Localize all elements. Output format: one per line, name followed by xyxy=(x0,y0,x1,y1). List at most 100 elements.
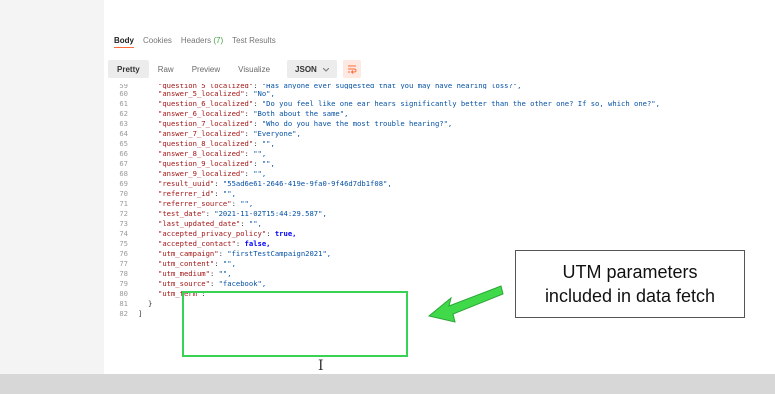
wrap-lines-icon[interactable] xyxy=(342,60,361,78)
json-key: "answer_6_localized" xyxy=(158,109,245,118)
line-number: 81 xyxy=(119,299,128,308)
tab-test-results[interactable]: Test Results xyxy=(232,36,276,48)
json-key: "question_6_localized" xyxy=(158,99,254,108)
code-text: "test_date": "2021-11-02T15:44:29.587", xyxy=(138,209,327,219)
tab-body[interactable]: Body xyxy=(114,36,134,48)
line-number: 79 xyxy=(119,279,128,288)
json-colon: : xyxy=(209,279,219,288)
code-line: 70 "referrer_id": "", xyxy=(104,189,775,199)
line-number: 73 xyxy=(119,219,128,228)
json-colon: : xyxy=(253,159,262,168)
code-text: "accepted_privacy_policy": true, xyxy=(138,229,296,239)
callout-line-1: UTM parameters xyxy=(562,262,698,282)
json-colon: : xyxy=(214,179,223,188)
code-text: ] xyxy=(138,309,142,319)
json-key: "utm_medium" xyxy=(158,269,210,278)
code-text: "answer_7_localized": "Everyone", xyxy=(138,129,301,139)
code-text: "last_updated_date": "", xyxy=(138,219,262,229)
code-line: 71 "referrer_source": "", xyxy=(104,199,775,209)
code-line: 61 "question_6_localized": "Do you feel l… xyxy=(104,99,775,109)
code-line: 60 "answer_5_localized": "No", xyxy=(104,89,775,99)
json-key: "question_7_localized" xyxy=(158,119,254,128)
json-colon: : xyxy=(218,249,228,258)
code-line: 72 "test_date": "2021-11-02T15:44:29.587"… xyxy=(104,209,775,219)
line-number: 70 xyxy=(119,189,128,198)
json-value: "", xyxy=(222,189,236,198)
tab-headers[interactable]: Headers (7) xyxy=(181,36,223,48)
line-number: 74 xyxy=(119,229,128,238)
code-text: "answer_5_localized": "No", xyxy=(138,89,275,99)
json-key: "question_9_localized" xyxy=(158,159,254,168)
json-value: "Who do you have the most trouble hearin… xyxy=(261,119,453,128)
pretty-button[interactable]: Pretty xyxy=(108,60,149,78)
code-text: "question_6_localized": "Do you feel lik… xyxy=(138,99,660,109)
line-number: 62 xyxy=(119,109,128,118)
json-key: "question_8_localized" xyxy=(158,139,254,148)
json-key: "answer_7_localized" xyxy=(158,129,245,138)
line-number: 67 xyxy=(119,159,128,168)
view-mode-bar: Pretty Raw Preview Visualize JSON xyxy=(104,58,775,80)
code-line: 69 "result_uuid": "55ad6e61-2646-419e-9fa… xyxy=(104,179,775,189)
code-text: } xyxy=(138,299,152,309)
json-value: false, xyxy=(244,239,271,248)
code-line: 62 "answer_6_localized": "Both about the … xyxy=(104,109,775,119)
bottom-status-bar xyxy=(0,374,775,394)
json-value: "", xyxy=(218,269,232,278)
line-number: 69 xyxy=(119,179,128,188)
json-value: "Has anyone ever suggested that you may … xyxy=(261,84,522,89)
line-number: 65 xyxy=(119,139,128,148)
preview-button[interactable]: Preview xyxy=(183,60,229,78)
code-text: "utm_source": "facebook", xyxy=(138,279,266,289)
code-text: "question_9_localized": "", xyxy=(138,159,275,169)
line-number: 80 xyxy=(119,289,128,298)
code-line: 68 "answer_9_localized": "", xyxy=(104,169,775,179)
green-arrow-icon xyxy=(427,285,504,323)
json-value: "Both about the same", xyxy=(253,109,349,118)
tab-cookies[interactable]: Cookies xyxy=(143,36,172,48)
json-colon: : xyxy=(244,89,254,98)
json-key: "result_uuid" xyxy=(158,179,215,188)
utm-highlight-box xyxy=(182,291,408,357)
json-key: "answer_5_localized" xyxy=(158,89,245,98)
json-colon: : xyxy=(235,239,245,248)
visualize-button[interactable]: Visualize xyxy=(229,60,279,78)
json-value: true, xyxy=(274,229,297,238)
json-value: "firstTestCampaign2021", xyxy=(227,249,332,258)
json-key: "accepted_privacy_policy" xyxy=(158,229,267,238)
code-text: "answer_9_localized": "", xyxy=(138,169,266,179)
json-key: "referrer_id" xyxy=(158,189,215,198)
response-tabs: Body Cookies Headers (7) Test Results xyxy=(114,36,276,48)
code-text: "referrer_source": "", xyxy=(138,199,253,209)
line-number: 66 xyxy=(119,149,128,158)
json-value: "Do you feel like one ear hears signific… xyxy=(261,99,660,108)
json-value: "", xyxy=(248,219,262,228)
format-select[interactable]: JSON xyxy=(287,60,337,78)
json-colon: : xyxy=(214,189,223,198)
callout-line-2: included in data fetch xyxy=(544,286,716,306)
format-select-value: JSON xyxy=(295,64,317,74)
code-text: "question_8_localized": "", xyxy=(138,139,275,149)
json-value: "2021-11-02T15:44:29.587", xyxy=(214,209,327,218)
json-colon: : xyxy=(209,269,219,278)
code-line: 75 "accepted_contact": false, xyxy=(104,239,775,249)
code-line: 63 "question_7_localized": "Who do you ha… xyxy=(104,119,775,129)
line-number: 64 xyxy=(119,129,128,138)
json-value: "", xyxy=(253,149,267,158)
raw-button[interactable]: Raw xyxy=(149,60,183,78)
code-line: 74 "accepted_privacy_policy": true, xyxy=(104,229,775,239)
json-key: "test_date" xyxy=(158,209,206,218)
line-number: 76 xyxy=(119,249,128,258)
line-number: 72 xyxy=(119,209,128,218)
json-value: "", xyxy=(261,139,275,148)
line-number: 63 xyxy=(119,119,128,128)
json-value: "Everyone", xyxy=(253,129,301,138)
code-text: "result_uuid": "55ad6e61-2646-419e-9fa0-… xyxy=(138,179,392,189)
code-text: "utm_content": "", xyxy=(138,259,236,269)
json-key: "answer_8_localized" xyxy=(158,149,245,158)
code-line: 66 "answer_8_localized": "", xyxy=(104,149,775,159)
json-colon: : xyxy=(244,149,254,158)
json-value: "55ad6e61-2646-419e-9fa0-9f46d7db1f08", xyxy=(222,179,392,188)
json-key: "answer_9_localized" xyxy=(158,169,245,178)
json-key: "referrer_source" xyxy=(158,199,232,208)
code-line: 67 "question_9_localized": "", xyxy=(104,159,775,169)
